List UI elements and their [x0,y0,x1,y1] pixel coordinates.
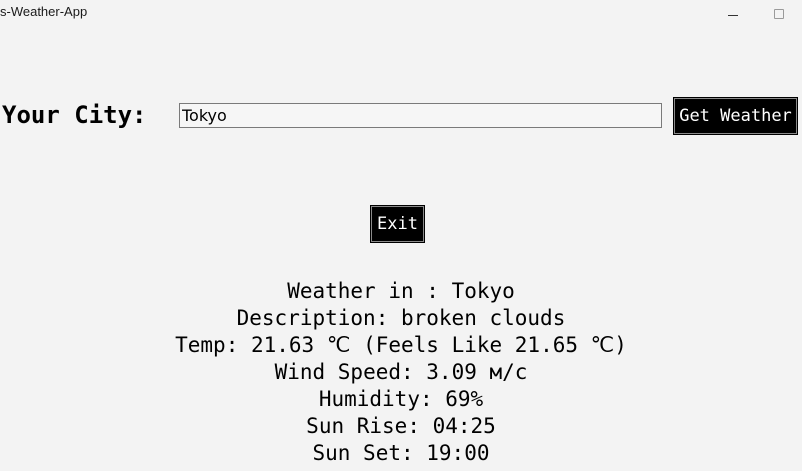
app-window: s-Weather-App Your City: Get Weather Exi… [0,0,802,471]
maximize-button[interactable] [756,0,802,28]
city-label: Your City: [2,101,147,129]
get-weather-button[interactable]: Get Weather [674,98,797,134]
weather-humidity: Humidity: 69% [318,387,484,411]
window-title: s-Weather-App [0,4,88,19]
weather-location: Weather in : Tokyo [287,279,515,303]
exit-button[interactable]: Exit [371,206,424,242]
weather-sunrise: Sun Rise: 04:25 [306,414,496,438]
weather-wind-speed: Wind Speed: 3.09 м/с [274,360,528,384]
minimize-icon [728,14,738,16]
weather-description: Description: broken clouds [236,306,566,330]
city-input[interactable] [179,103,662,128]
weather-sunset: Sun Set: 19:00 [312,441,490,465]
weather-temperature: Temp: 21.63 ℃ (Feels Like 21.65 ℃) [175,333,627,357]
minimize-button[interactable] [710,0,756,28]
weather-info: Weather in : Tokyo Description: broken c… [0,278,802,467]
title-bar[interactable]: s-Weather-App [0,0,802,28]
maximize-icon [774,9,784,19]
